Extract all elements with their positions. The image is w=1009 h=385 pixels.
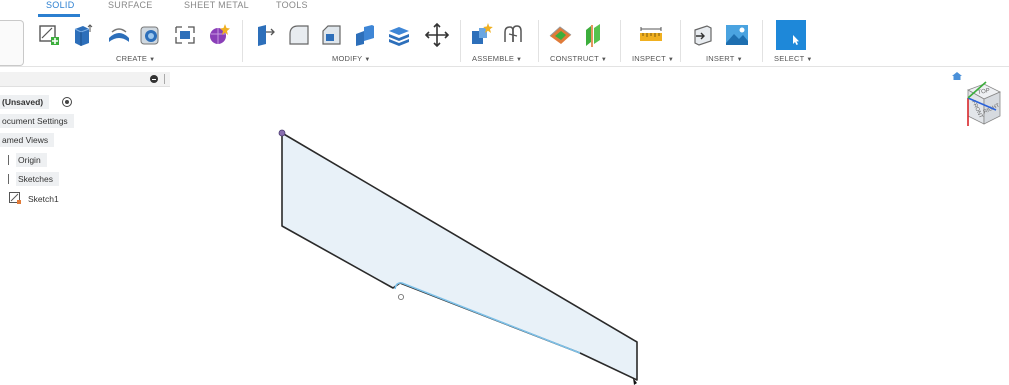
inspect-menu[interactable]: INSPECT ▼	[632, 54, 674, 63]
inspect-menu-label: INSPECT	[632, 54, 666, 63]
box-icon[interactable]	[172, 22, 198, 48]
joint-icon[interactable]	[500, 22, 526, 48]
insert-derive-icon[interactable]	[690, 22, 716, 48]
group-divider	[620, 20, 621, 62]
shell-icon[interactable]	[352, 22, 378, 48]
assemble-menu[interactable]: ASSEMBLE ▼	[472, 54, 522, 63]
ribbon-toolbar: SOLID SURFACE SHEET METAL TOOLS CREATE▼	[0, 0, 1009, 67]
active-tab-indicator	[38, 14, 80, 17]
design-canvas[interactable]	[0, 66, 1009, 385]
chevron-down-icon: ▼	[736, 57, 743, 63]
chevron-down-icon: ▼	[149, 57, 156, 63]
new-component-icon[interactable]	[468, 22, 494, 48]
insert-menu-label: INSERT	[706, 54, 735, 63]
revolve-icon[interactable]	[106, 22, 132, 48]
chevron-down-icon: ▼	[516, 57, 523, 63]
select-menu[interactable]: SELECT ▼	[774, 54, 813, 63]
chevron-down-icon: ▼	[806, 57, 813, 63]
home-view-icon	[952, 72, 962, 80]
chevron-down-icon: ▼	[667, 57, 675, 63]
group-divider	[242, 20, 243, 62]
insert-menu[interactable]: INSERT ▼	[706, 54, 743, 63]
tab-sheet-metal[interactable]: SHEET METAL	[184, 0, 249, 10]
group-divider	[460, 20, 461, 62]
measure-icon[interactable]	[638, 22, 664, 48]
viewcube[interactable]: TOP FRONT RIGHT	[950, 72, 1006, 132]
sketch-profile[interactable]	[281, 132, 638, 381]
modify-menu[interactable]: MODIFY ▼	[332, 54, 371, 63]
tab-surface[interactable]: SURFACE	[108, 0, 153, 10]
tab-solid[interactable]: SOLID	[46, 0, 75, 10]
extrude-icon[interactable]	[68, 22, 94, 48]
sweep-icon[interactable]	[138, 22, 164, 48]
construct-menu[interactable]: CONSTRUCT ▼	[550, 54, 607, 63]
form-icon[interactable]	[206, 22, 232, 48]
assemble-menu-label: ASSEMBLE	[472, 54, 515, 63]
construct-menu-label: CONSTRUCT	[550, 54, 599, 63]
split-body-icon[interactable]	[386, 22, 412, 48]
create-menu-label: CREATE	[116, 54, 148, 63]
tab-tools[interactable]: TOOLS	[276, 0, 308, 10]
sketch-point[interactable]	[278, 129, 286, 137]
move-copy-icon[interactable]	[424, 22, 450, 48]
chamfer-icon[interactable]	[318, 22, 344, 48]
select-menu-label: SELECT	[774, 54, 805, 63]
modify-menu-label: MODIFY	[332, 54, 363, 63]
offset-plane-icon[interactable]	[548, 22, 574, 48]
chevron-down-icon: ▼	[364, 57, 371, 63]
press-pull-icon[interactable]	[252, 22, 278, 48]
plane-at-angle-icon[interactable]	[580, 22, 606, 48]
create-menu[interactable]: CREATE ▼	[116, 54, 155, 63]
group-divider	[538, 20, 539, 62]
select-icon[interactable]	[776, 20, 806, 50]
group-divider	[762, 20, 763, 62]
sketch-center-point[interactable]	[397, 293, 405, 301]
insert-image-icon[interactable]	[724, 22, 750, 48]
chevron-down-icon: ▼	[600, 57, 608, 63]
new-sketch-icon[interactable]	[36, 22, 62, 48]
design-workspace-button[interactable]	[0, 20, 24, 66]
group-divider	[680, 20, 681, 62]
fillet-icon[interactable]	[286, 22, 312, 48]
